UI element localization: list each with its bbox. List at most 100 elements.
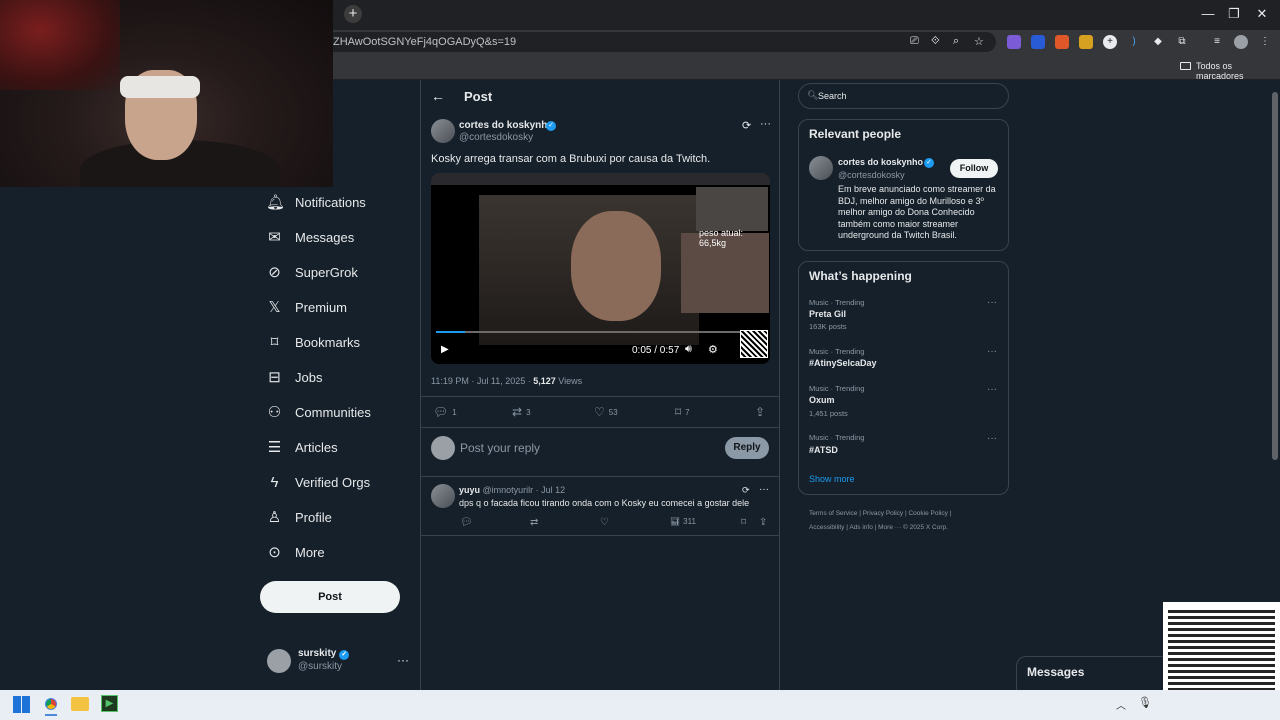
sidebar-item-label: Bookmarks bbox=[295, 334, 361, 350]
minimize-icon[interactable]: — bbox=[1198, 6, 1218, 21]
grok-icon[interactable]: ⟳ bbox=[742, 119, 751, 132]
extension-icon[interactable]: + bbox=[1103, 35, 1117, 49]
author-name[interactable]: cortes do koskynho bbox=[459, 120, 553, 131]
comment-icon[interactable]: 💬︎ bbox=[460, 517, 473, 528]
zoom-icon[interactable]: ⌕ bbox=[953, 35, 959, 48]
translate-icon[interactable]: ⟐ bbox=[931, 35, 940, 48]
trend-name[interactable]: #AtinySelcaDay bbox=[809, 358, 877, 368]
play-icon[interactable]: ▶ bbox=[441, 344, 449, 355]
post-button[interactable]: Post bbox=[260, 581, 400, 613]
sidebar-item-notifications[interactable]: 🔔︎ Notifications bbox=[266, 185, 366, 219]
reply-input[interactable]: Post your reply bbox=[460, 441, 540, 455]
chevron-up-icon[interactable]: ︿ bbox=[1116, 697, 1126, 712]
trend-name[interactable]: Preta Gil bbox=[809, 309, 846, 319]
avatar[interactable] bbox=[431, 484, 455, 508]
microphone-icon[interactable]: 🎙︎ bbox=[1138, 696, 1152, 709]
back-arrow-icon[interactable]: ← bbox=[431, 88, 445, 104]
share-action[interactable]: ⇪ bbox=[755, 405, 765, 419]
extension-icon[interactable] bbox=[1031, 35, 1045, 49]
video-time: 0:05 / 0:57 bbox=[632, 345, 680, 356]
sidebar-item-communities[interactable]: ⚇ Communities bbox=[266, 395, 371, 429]
bookmark-icon[interactable]: ⌑ bbox=[741, 517, 746, 528]
trend-category: Music · Trending bbox=[809, 298, 865, 307]
restore-icon[interactable]: ❐ bbox=[1224, 6, 1244, 22]
trend-name[interactable]: #ATSD bbox=[809, 445, 838, 455]
cast-icon[interactable]: ⎚ bbox=[910, 35, 919, 48]
extension-icon[interactable]: ) bbox=[1127, 35, 1141, 49]
show-more-link[interactable]: Show more bbox=[809, 474, 855, 484]
grok-icon: ⊘ bbox=[268, 263, 281, 281]
reply-button[interactable]: Reply bbox=[725, 437, 769, 459]
extension-icon[interactable]: ◆ bbox=[1151, 35, 1165, 49]
footer-links[interactable]: Terms of Service | Privacy Policy | Cook… bbox=[809, 507, 1009, 535]
scrollbar-thumb[interactable] bbox=[1272, 92, 1278, 460]
video-progress-track[interactable] bbox=[436, 331, 766, 333]
sidebar-item-verified-orgs[interactable]: ϟ Verified Orgs bbox=[266, 465, 371, 499]
trend-category: Music · Trending bbox=[809, 347, 865, 356]
more-dots-icon[interactable]: ··· bbox=[760, 118, 771, 130]
settings-gear-icon[interactable]: ⚙ bbox=[708, 343, 718, 356]
avatar[interactable] bbox=[809, 156, 833, 180]
extension-icon[interactable] bbox=[1079, 35, 1093, 49]
sidebar-item-label: Profile bbox=[295, 509, 332, 525]
more-dots-icon[interactable]: ··· bbox=[987, 297, 997, 308]
comment-icon: 💬︎ bbox=[433, 405, 449, 419]
file-explorer-icon[interactable] bbox=[71, 697, 89, 711]
envelope-icon: ✉ bbox=[268, 228, 281, 246]
follow-button[interactable]: Follow bbox=[950, 159, 998, 178]
menu-dots-icon[interactable]: ⋮ bbox=[1258, 35, 1272, 49]
more-dots-icon[interactable]: ··· bbox=[759, 484, 769, 495]
extension-icon[interactable] bbox=[1055, 35, 1069, 49]
trend-name[interactable]: Oxum bbox=[809, 395, 835, 405]
extension-icon[interactable] bbox=[1007, 35, 1021, 49]
avatar[interactable] bbox=[431, 119, 455, 143]
person-handle[interactable]: @cortesdokosky bbox=[838, 170, 905, 180]
star-icon[interactable]: ☆ bbox=[974, 35, 984, 48]
repost-icon: ⇄ bbox=[512, 405, 523, 419]
new-tab-button[interactable]: + bbox=[344, 5, 362, 23]
windows-start-icon[interactable] bbox=[13, 696, 30, 713]
url-text: ZHAwOotSGNYeFj4qOGADyQ&s=19 bbox=[333, 36, 517, 48]
grok-icon[interactable]: ⟳ bbox=[742, 485, 750, 496]
heart-icon[interactable]: ♡ bbox=[600, 517, 609, 528]
sidebar-item-premium[interactable]: 𝕏 Premium bbox=[266, 290, 347, 324]
account-more-icon[interactable]: ··· bbox=[397, 653, 409, 667]
video-qr-code bbox=[740, 330, 768, 358]
sidebar-item-supergrok[interactable]: ⊘ SuperGrok bbox=[266, 255, 358, 289]
more-dots-icon[interactable]: ··· bbox=[987, 346, 997, 357]
briefcase-icon: ⊟ bbox=[268, 368, 281, 386]
profile-avatar-icon[interactable] bbox=[1234, 35, 1248, 49]
sidebar-item-bookmarks[interactable]: ⌑ Bookmarks bbox=[266, 325, 360, 359]
repost-icon[interactable]: ⇄ bbox=[530, 517, 538, 528]
repost-action[interactable]: ⇄ 3 bbox=[512, 405, 531, 419]
reply-action[interactable]: 💬︎ 1 bbox=[433, 405, 457, 419]
trend-category: Music · Trending bbox=[809, 384, 865, 393]
share-icon[interactable]: ⇪ bbox=[759, 517, 767, 528]
puzzle-icon[interactable]: ⧉ bbox=[1175, 35, 1189, 49]
sidebar-item-profile[interactable]: ♙ Profile bbox=[266, 500, 332, 534]
close-icon[interactable]: ✕ bbox=[1252, 6, 1272, 22]
like-action[interactable]: ♡ 53 bbox=[594, 405, 618, 419]
sidebar-item-more[interactable]: ⊙ More bbox=[266, 535, 324, 569]
video-player[interactable]: peso atual: 66,5kg ▶ 0:05 / 0:57 🔊︎ ⚙ bbox=[431, 173, 770, 364]
more-dots-icon[interactable]: ··· bbox=[987, 433, 997, 444]
terminal-icon[interactable]: ▶ bbox=[101, 695, 118, 712]
volume-icon[interactable]: 🔊︎ bbox=[685, 343, 692, 356]
reply-author[interactable]: yuyu @imnotyurilr · Jul 12 bbox=[459, 485, 565, 495]
account-name[interactable]: surskity ✓ bbox=[298, 648, 350, 660]
sidebar-item-messages[interactable]: ✉ Messages bbox=[266, 220, 354, 254]
people-icon: ⚇ bbox=[267, 403, 282, 421]
reading-list-icon[interactable]: ≡ bbox=[1210, 35, 1224, 49]
sidebar-item-jobs[interactable]: ⊟ Jobs bbox=[266, 360, 322, 394]
person-name[interactable]: cortes do koskynho bbox=[838, 157, 923, 167]
sidebar-item-articles[interactable]: ☰ Articles bbox=[266, 430, 338, 464]
author-handle[interactable]: @cortesdokosky bbox=[459, 132, 533, 143]
sidebar-item-label: Messages bbox=[295, 229, 355, 245]
all-bookmarks-link[interactable]: Todos os marcadores bbox=[1196, 61, 1280, 81]
messages-drawer-title[interactable]: Messages bbox=[1027, 665, 1084, 679]
chrome-icon[interactable] bbox=[42, 695, 60, 713]
more-dots-icon[interactable]: ··· bbox=[987, 384, 997, 395]
bookmark-action[interactable]: ⌑ 7 bbox=[675, 405, 690, 419]
views-action[interactable]: 📊︎ 311 bbox=[670, 517, 696, 526]
avatar[interactable] bbox=[267, 649, 291, 673]
